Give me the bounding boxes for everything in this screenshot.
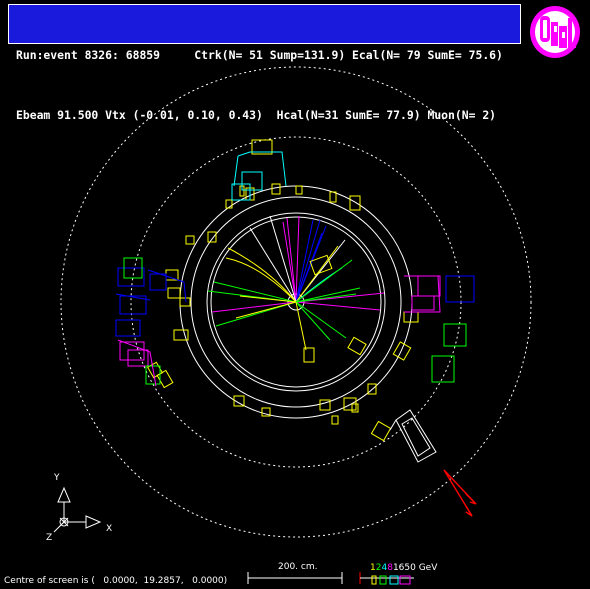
screen-centre-readout: Centre of screen is ( 0.0000, 19.2857, 0… [4,576,228,586]
energy-scale-value: 16 [392,563,405,573]
event-display-canvas: Y X Z [46,66,532,585]
track [213,281,297,303]
energy-scale-legend: 12481650 GeV [370,563,437,573]
track [295,301,307,351]
y-axis-label: Y [53,473,60,483]
ecal-clusters [146,139,419,442]
z-axis-label: Z [46,533,52,543]
track [211,301,297,313]
hcal-outline-pink [117,275,441,387]
tracks [207,215,385,351]
track [295,219,321,303]
track [295,301,347,339]
track [225,257,297,303]
energy-scale-value: 50 GeV [404,563,438,573]
muon-arrows [443,469,477,517]
energy-scale-ticks [359,572,414,585]
track [239,295,297,303]
scale-bar [247,572,343,584]
hcal-towers [115,171,475,385]
track [295,301,331,341]
axes-indicator [53,486,102,533]
scale-label: 200. cm. [278,562,318,572]
x-axis-label: X [106,524,112,534]
track [295,301,381,311]
track [235,301,297,319]
muon-tower [389,409,437,463]
